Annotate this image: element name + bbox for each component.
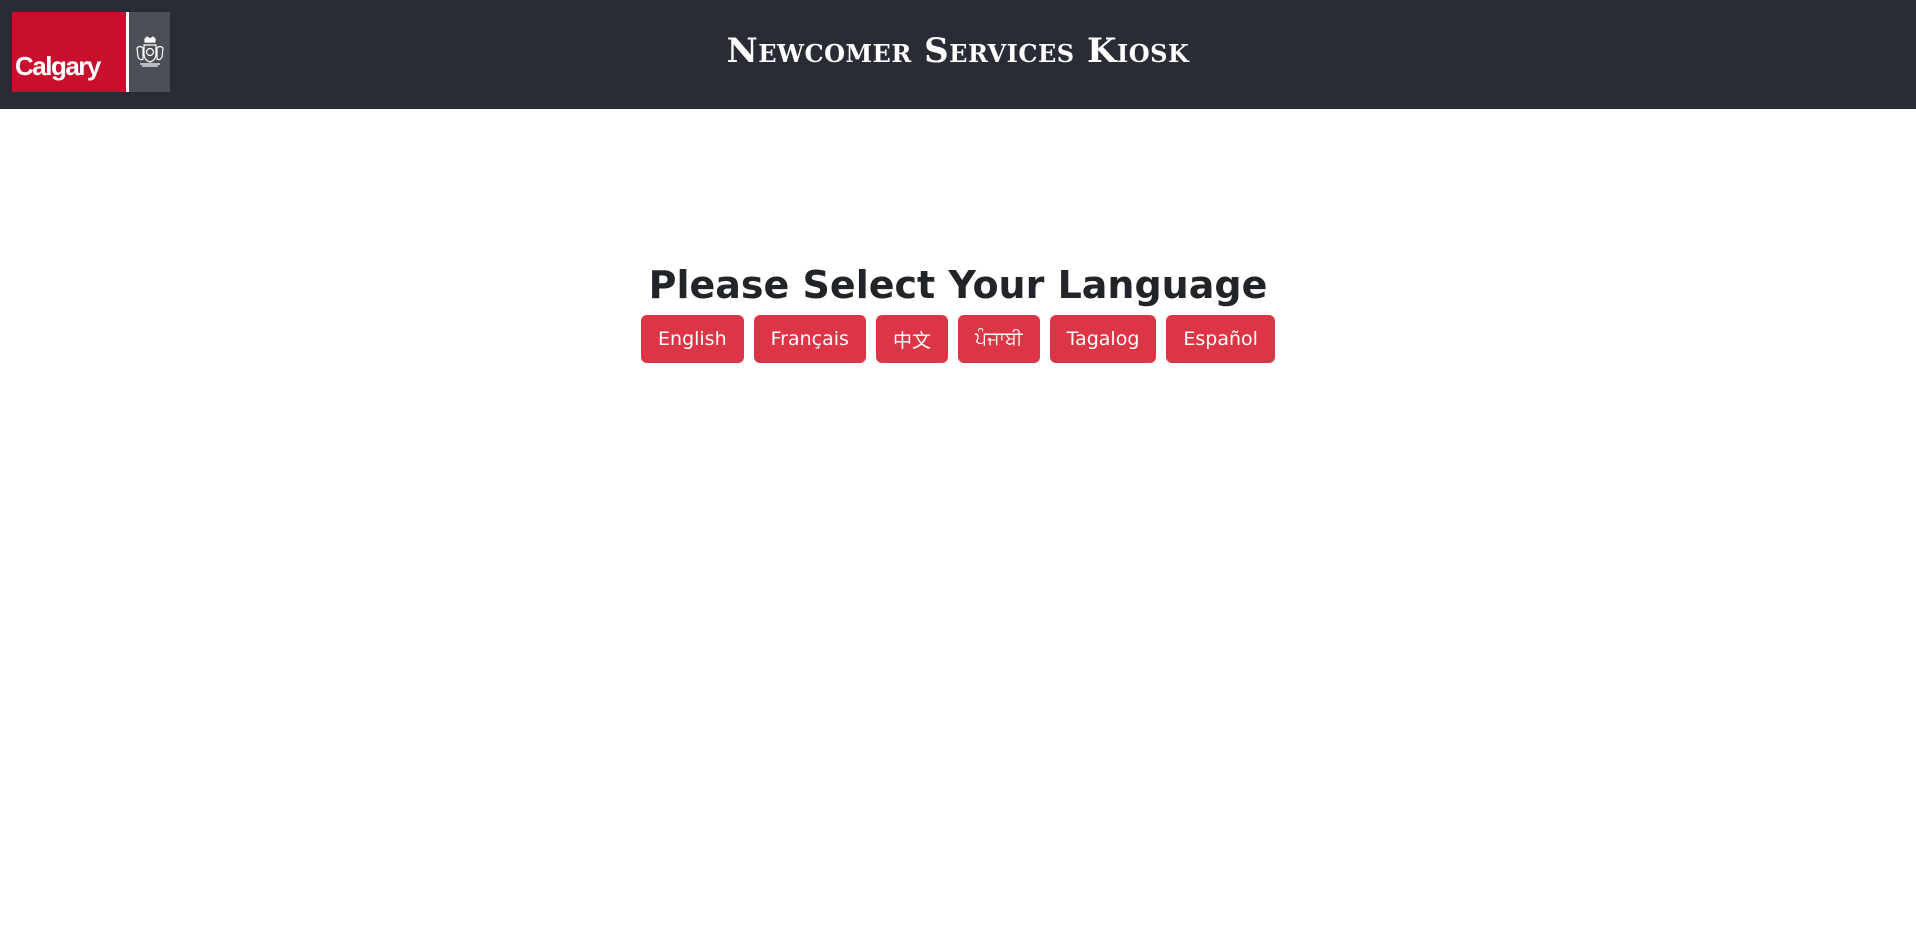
language-button-french[interactable]: Français xyxy=(753,315,866,363)
language-button-english[interactable]: English xyxy=(641,315,744,363)
language-button-group: English Français 中文 ਪੰਜਾਬੀ Tagalog Españ… xyxy=(0,315,1916,363)
language-button-chinese[interactable]: 中文 xyxy=(875,315,948,363)
language-button-tagalog[interactable]: Tagalog xyxy=(1049,315,1157,363)
app-title: Newcomer Services Kiosk xyxy=(726,31,1190,71)
page-heading: Please Select Your Language xyxy=(648,263,1268,307)
language-button-punjabi[interactable]: ਪੰਜਾਬੀ xyxy=(957,315,1040,363)
header-bar: Calgary Newcomer Services Kiosk xyxy=(0,0,1916,109)
language-button-spanish[interactable]: Español xyxy=(1166,315,1275,363)
